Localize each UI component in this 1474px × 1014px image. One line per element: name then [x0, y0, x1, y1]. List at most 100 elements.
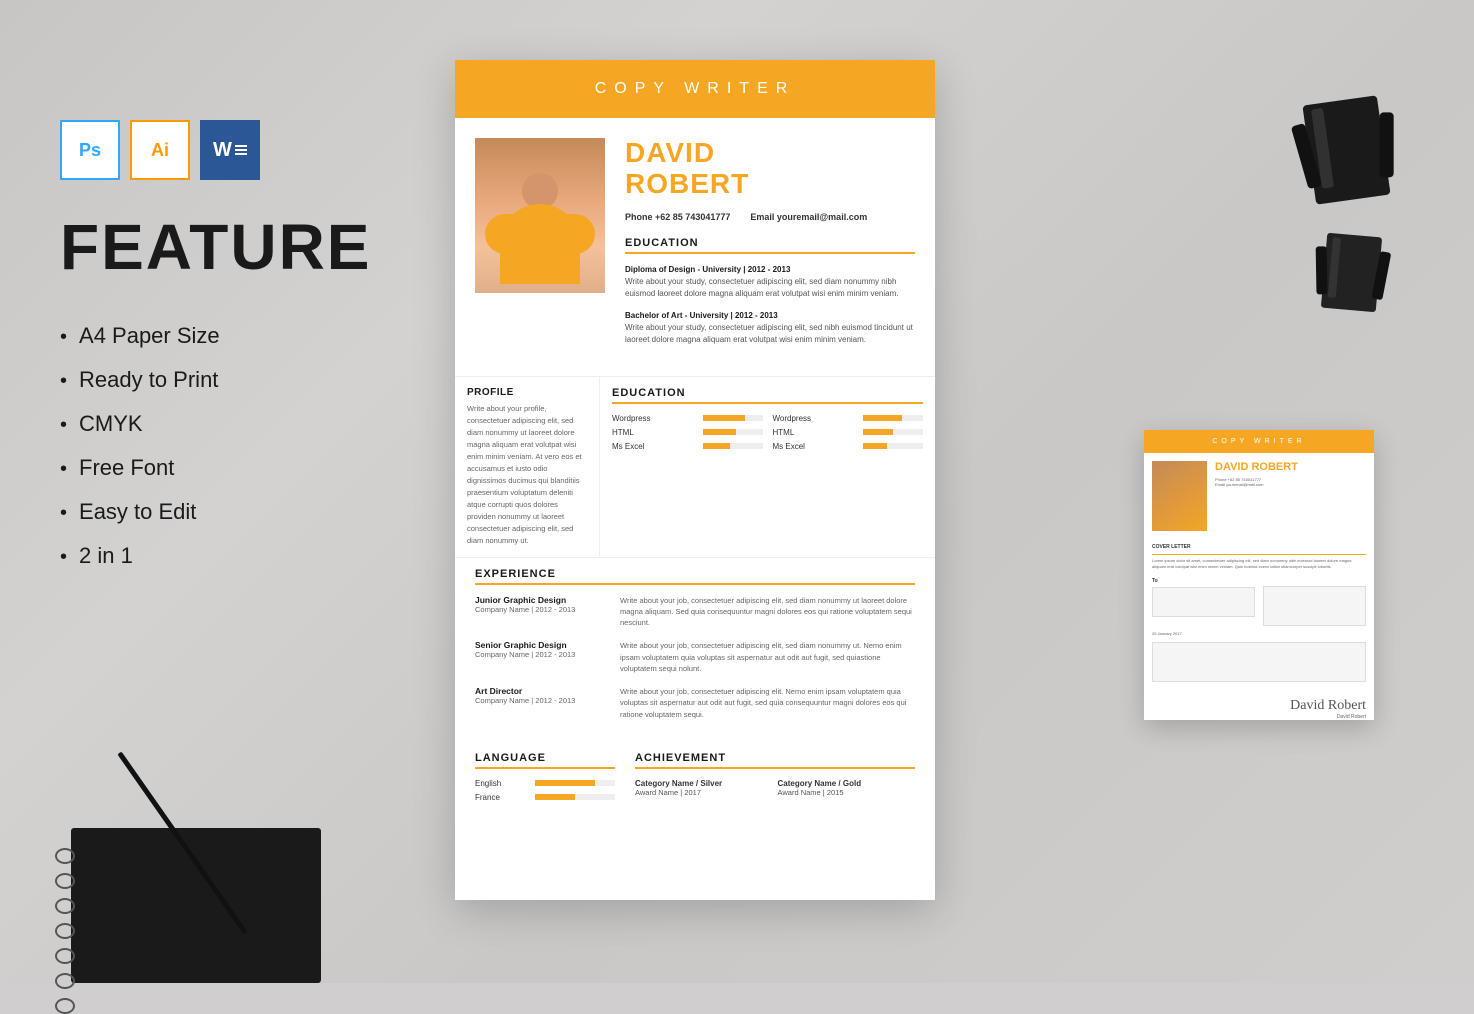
edu-item-1: Diploma of Design - University | 2012 - … — [625, 264, 915, 300]
skills-container: Wordpress HTML Ms Excel — [612, 414, 923, 456]
cv-small-cover-text: Lorem ipsum dolor sit amet, consectetuer… — [1152, 558, 1366, 570]
cv-middle-section: PROFILE Write about your profile, consec… — [455, 376, 935, 557]
exp-left-3: Art Director Company Name | 2012 - 2013 — [475, 686, 605, 720]
skill-bar-excel-2 — [863, 443, 923, 449]
cv-photo — [475, 138, 605, 293]
spiral-3 — [55, 898, 75, 914]
cv-small-header: COPY WRITER — [1144, 430, 1374, 453]
skill-bar-wordpress-1 — [703, 415, 763, 421]
skill-bar-html-1 — [703, 429, 763, 435]
lang-english: English — [475, 779, 615, 788]
clip-small-body — [1321, 233, 1382, 313]
feature-item-2in1: 2 in 1 — [60, 534, 371, 578]
exp-item-1: Junior Graphic Design Company Name | 201… — [475, 595, 915, 629]
skills-col-2: Wordpress HTML Ms Excel — [773, 414, 924, 456]
clip-small-arm-left — [1316, 246, 1328, 294]
spiral-6 — [55, 973, 75, 989]
skill-bar-excel-1 — [703, 443, 763, 449]
clip-body — [1302, 95, 1390, 204]
binder-clip-small-container — [1324, 235, 1379, 310]
cv-small-to: To — [1152, 578, 1255, 626]
cv-small-content-area — [1152, 642, 1366, 682]
cv-small-date: 25 January 2017 — [1152, 631, 1366, 637]
cv-small-info: DAVID ROBERT Phone +62 85 743041777 Emai… — [1215, 461, 1366, 531]
ach-item-1: Category Name / Silver Award Name | 2017 — [635, 779, 773, 797]
skill-html-1: HTML — [612, 428, 763, 437]
cv-bottom-sections: LANGUAGE English France ACHIEVEMENT Cate… — [455, 742, 935, 817]
spiral-1 — [55, 848, 75, 864]
cv-small-body: COVER LETTER Lorem ipsum dolor sit amet,… — [1144, 544, 1374, 690]
spiral-7 — [55, 998, 75, 1014]
cv-experience-section: EXPERIENCE Junior Graphic Design Company… — [455, 557, 935, 742]
exp-left-2: Senior Graphic Design Company Name | 201… — [475, 640, 605, 674]
language-title: LANGUAGE — [475, 752, 615, 769]
skill-html-2: HTML — [773, 428, 924, 437]
achievement-grid: Category Name / Silver Award Name | 2017… — [635, 779, 915, 797]
notebook-spirals — [55, 848, 75, 1014]
photoshop-icon: Ps — [60, 120, 120, 180]
left-panel: Ps Ai W FEATURE A4 Paper Size Ready to P… — [60, 120, 371, 578]
feature-item-cmyk: CMYK — [60, 402, 371, 446]
clip-arm-right — [1380, 112, 1394, 177]
exp-item-2: Senior Graphic Design Company Name | 201… — [475, 640, 915, 674]
lang-france: France — [475, 793, 615, 802]
cv-contact: Phone +62 85 743041777 Email youremail@m… — [625, 212, 915, 222]
skill-wordpress-1: Wordpress — [612, 414, 763, 423]
cv-small-form: To — [1152, 578, 1366, 626]
exp-item-3: Art Director Company Name | 2012 - 2013 … — [475, 686, 915, 720]
spiral-2 — [55, 873, 75, 889]
illustrator-icon: Ai — [130, 120, 190, 180]
feature-item-font: Free Font — [60, 446, 371, 490]
binder-clip-large — [1302, 95, 1390, 204]
exp-right-1: Write about your job, consectetuer adipi… — [620, 595, 915, 629]
cv-small-name: DAVID ROBERT — [1215, 461, 1366, 473]
spiral-4 — [55, 923, 75, 939]
cv-small-document: COPY WRITER DAVID ROBERT Phone +62 85 74… — [1144, 430, 1374, 720]
exp-right-2: Write about your job, consectetuer adipi… — [620, 640, 915, 674]
lang-bar-english — [535, 780, 615, 786]
cv-small-signature: David Robert David Robert — [1144, 690, 1374, 728]
software-icons: Ps Ai W — [60, 120, 371, 180]
cv-education-right: EDUCATION Diploma of Design - University… — [625, 237, 915, 346]
notebook-cover — [71, 828, 321, 983]
exp-left-1: Junior Graphic Design Company Name | 201… — [475, 595, 605, 629]
feature-item-print: Ready to Print — [60, 358, 371, 402]
word-icon: W — [200, 120, 260, 180]
cv-name: DAVID ROBERT — [625, 138, 915, 200]
experience-title: EXPERIENCE — [475, 568, 915, 585]
cv-top-section: DAVID ROBERT Phone +62 85 743041777 Emai… — [455, 118, 935, 376]
cv-small-photo — [1152, 461, 1207, 531]
cv-name-section: DAVID ROBERT Phone +62 85 743041777 Emai… — [625, 138, 915, 356]
skill-excel-2: Ms Excel — [773, 442, 924, 451]
binder-clip-container — [1309, 100, 1384, 200]
cv-small-top: DAVID ROBERT Phone +62 85 743041777 Emai… — [1144, 453, 1374, 539]
skills-section-title: EDUCATION — [612, 387, 923, 404]
exp-right-3: Write about your job, consectetuer adipi… — [620, 686, 915, 720]
profile-title: PROFILE — [467, 387, 587, 398]
cv-language: LANGUAGE English France — [475, 752, 615, 807]
skill-wordpress-2: Wordpress — [773, 414, 924, 423]
feature-item-edit: Easy to Edit — [60, 490, 371, 534]
skill-bar-html-2 — [863, 429, 923, 435]
cv-small-from — [1263, 578, 1366, 626]
cv-header-bar: COPY WRITER — [455, 60, 935, 118]
cv-small-cover-title: COVER LETTER — [1152, 544, 1366, 555]
education-title: EDUCATION — [625, 237, 915, 254]
lang-bar-france — [535, 794, 615, 800]
feature-list: A4 Paper Size Ready to Print CMYK Free F… — [60, 314, 371, 578]
cv-main-document: COPY WRITER DAVID ROBERT P — [455, 60, 935, 900]
spiral-5 — [55, 948, 75, 964]
skills-col-1: Wordpress HTML Ms Excel — [612, 414, 763, 456]
achievement-title: ACHIEVEMENT — [635, 752, 915, 769]
binder-clip-small — [1321, 233, 1382, 313]
feature-item-a4: A4 Paper Size — [60, 314, 371, 358]
skill-excel-1: Ms Excel — [612, 442, 763, 451]
cv-achievement: ACHIEVEMENT Category Name / Silver Award… — [635, 752, 915, 807]
skill-bar-wordpress-2 — [863, 415, 923, 421]
feature-heading: FEATURE — [60, 210, 371, 284]
cv-small-contact: Phone +62 85 743041777 Email youremail@m… — [1215, 477, 1366, 487]
edu-item-2: Bachelor of Art - University | 2012 - 20… — [625, 310, 915, 346]
ach-item-2: Category Name / Gold Award Name | 2015 — [778, 779, 916, 797]
profile-text: Write about your profile, consectetuer a… — [467, 403, 587, 547]
cv-skills-col: EDUCATION Wordpress HTML — [600, 377, 935, 557]
